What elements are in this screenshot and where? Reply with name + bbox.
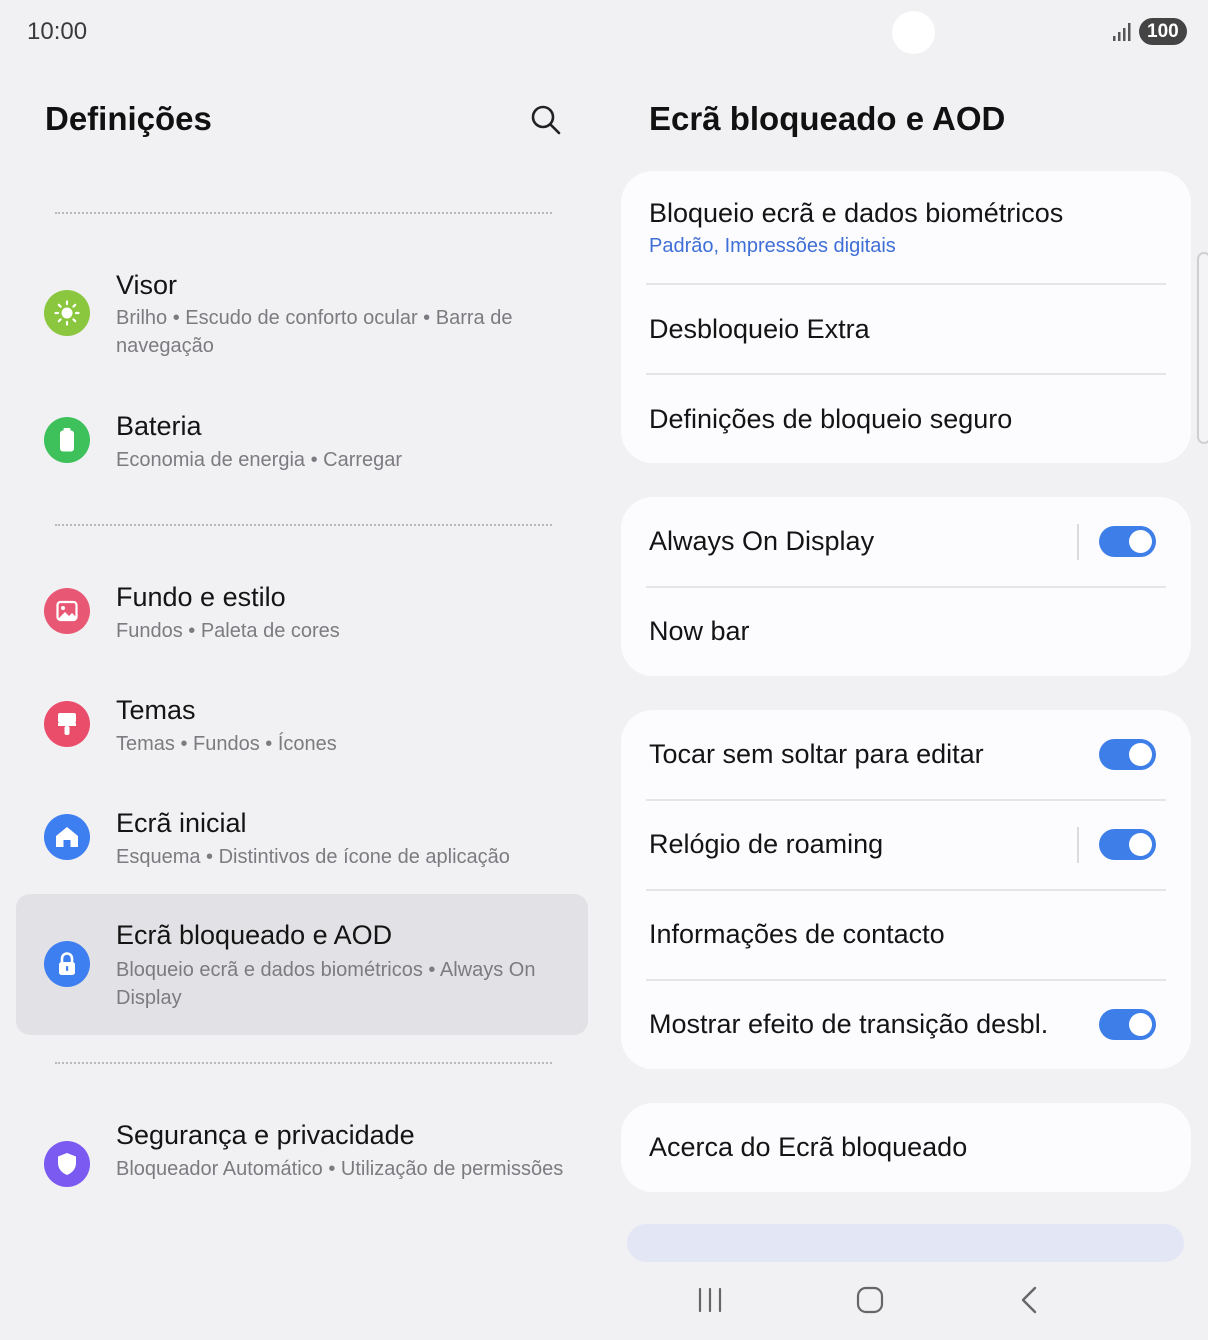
row-title: Relógio de roaming: [649, 829, 884, 859]
settings-item-subtitle: Fundos • Paleta de cores: [116, 620, 340, 642]
touch-hold-toggle[interactable]: [1099, 739, 1156, 770]
transition-effect-row[interactable]: Mostrar efeito de transição desbl.: [621, 981, 1191, 1069]
settings-item-ecra-bloqueado[interactable]: Ecrã bloqueado e AOD Bloqueio ecrã e dad…: [16, 894, 588, 1035]
lock-icon: [44, 941, 90, 987]
battery-icon: [44, 417, 90, 463]
settings-item-fundo-e-estilo[interactable]: Fundo e estilo Fundos • Paleta de cores: [16, 575, 588, 655]
aod-row[interactable]: Always On Display: [621, 497, 1191, 586]
now-bar-row[interactable]: Now bar: [621, 588, 1191, 676]
page-title: Definições: [45, 100, 212, 137]
settings-item-title: Segurança e privacidade: [116, 1120, 415, 1150]
biometrics-row[interactable]: Bloqueio ecrã e dados biométricos Padrão…: [621, 171, 1191, 283]
settings-item-title: Temas: [116, 695, 196, 725]
section-divider: [55, 212, 552, 214]
row-title: Mostrar efeito de transição desbl.: [649, 1009, 1049, 1039]
extra-unlock-row[interactable]: Desbloqueio Extra: [621, 285, 1191, 373]
section-divider: [55, 1062, 552, 1064]
lock-settings-card: Bloqueio ecrã e dados biométricos Padrão…: [621, 171, 1191, 463]
settings-item-subtitle: Bloqueador Automático • Utilização de pe…: [116, 1158, 564, 1180]
row-title: Always On Display: [649, 526, 875, 556]
row-title: Tocar sem soltar para editar: [649, 739, 984, 769]
settings-item-seguranca[interactable]: Segurança e privacidade Bloqueador Autom…: [16, 1112, 588, 1220]
settings-item-subtitle: Esquema • Distintivos de ícone de aplica…: [116, 846, 510, 868]
settings-item-title: Ecrã inicial: [116, 808, 247, 838]
settings-item-subtitle: Economia de energia • Carregar: [116, 449, 403, 471]
back-button[interactable]: [1010, 1280, 1050, 1320]
settings-item-title: Ecrã bloqueado e AOD: [116, 920, 393, 950]
secure-lock-row[interactable]: Definições de bloqueio seguro: [621, 375, 1191, 463]
home-icon: [44, 814, 90, 860]
shield-icon: [44, 1141, 90, 1187]
recents-icon: [698, 1287, 722, 1313]
battery-indicator: 100: [1139, 18, 1187, 45]
scroll-fade-card: [627, 1224, 1184, 1262]
settings-item-subtitle: Temas • Fundos • Ícones: [116, 733, 337, 755]
transition-effect-toggle[interactable]: [1099, 1009, 1156, 1040]
settings-item-title: Bateria: [116, 411, 202, 441]
detail-title: Ecrã bloqueado e AOD: [649, 100, 1006, 137]
scrollbar-thumb[interactable]: [1197, 252, 1208, 444]
paint-brush-icon: [44, 701, 90, 747]
lock-options-card: Tocar sem soltar para editar Relógio de …: [621, 710, 1191, 1069]
home-nav-button[interactable]: [850, 1280, 890, 1320]
status-time: 10:00: [27, 18, 88, 45]
settings-item-ecra-inicial[interactable]: Ecrã inicial Esquema • Distintivos de íc…: [16, 801, 588, 881]
contact-info-row[interactable]: Informações de contacto: [621, 891, 1191, 979]
search-icon: [531, 105, 561, 135]
section-divider: [55, 524, 552, 526]
row-title: Definições de bloqueio seguro: [649, 404, 1013, 434]
search-button[interactable]: [526, 100, 566, 140]
back-chevron-icon: [1021, 1286, 1037, 1314]
row-title: Informações de contacto: [649, 919, 945, 949]
roaming-clock-row[interactable]: Relógio de roaming: [621, 801, 1191, 889]
row-subtitle: Padrão, Impressões digitais: [649, 235, 896, 257]
touch-hold-row[interactable]: Tocar sem soltar para editar: [621, 710, 1191, 799]
about-card: Acerca do Ecrã bloqueado: [621, 1103, 1191, 1192]
recents-button[interactable]: [690, 1280, 730, 1320]
aod-toggle[interactable]: [1099, 526, 1156, 557]
settings-item-subtitle: Brilho • Escudo de conforto ocular • Bar…: [116, 307, 513, 357]
roaming-clock-toggle[interactable]: [1099, 829, 1156, 860]
settings-item-title: Visor: [116, 270, 178, 300]
row-separator: [1077, 827, 1079, 863]
settings-item-temas[interactable]: Temas Temas • Fundos • Ícones: [16, 688, 588, 768]
row-separator: [1077, 524, 1079, 560]
signal-icon: [1113, 23, 1131, 41]
row-title: Now bar: [649, 616, 750, 646]
row-title: Bloqueio ecrã e dados biométricos: [649, 198, 1064, 228]
settings-item-visor[interactable]: Visor Brilho • Escudo de conforto ocular…: [16, 262, 588, 370]
about-lockscreen-row[interactable]: Acerca do Ecrã bloqueado: [621, 1103, 1191, 1192]
settings-item-subtitle: Bloqueio ecrã e dados biométricos • Alwa…: [116, 959, 536, 1009]
row-title: Acerca do Ecrã bloqueado: [649, 1132, 968, 1162]
home-circle-icon: [856, 1286, 884, 1314]
settings-item-title: Fundo e estilo: [116, 582, 286, 612]
row-title: Desbloqueio Extra: [649, 314, 870, 344]
display-sun-icon: [44, 290, 90, 336]
aod-card: Always On Display Now bar: [621, 497, 1191, 676]
wallpaper-icon: [44, 588, 90, 634]
camera-cutout: [892, 11, 935, 54]
settings-item-bateria[interactable]: Bateria Economia de energia • Carregar: [16, 404, 588, 484]
